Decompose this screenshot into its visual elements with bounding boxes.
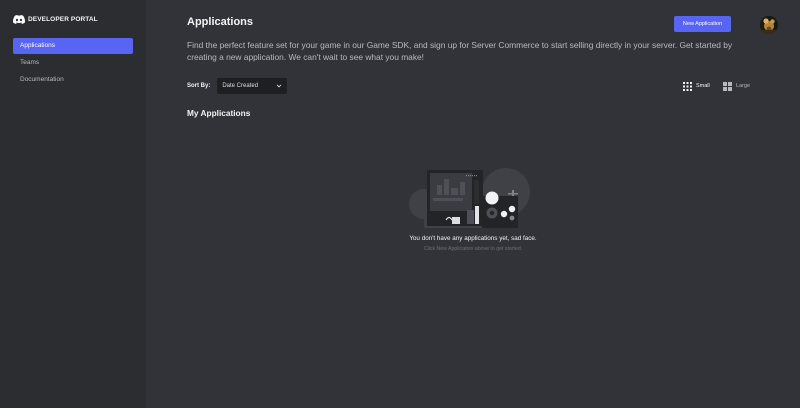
sort-select[interactable]: Date Created bbox=[217, 78, 288, 94]
page-title: Applications bbox=[187, 16, 254, 28]
sidebar-item-teams[interactable]: Teams bbox=[13, 55, 133, 71]
empty-state-title: You don't have any applications yet, sad… bbox=[409, 235, 537, 242]
section-title: My Applications bbox=[187, 108, 251, 118]
empty-state-illustration bbox=[409, 168, 530, 228]
sidebar: DEVELOPER PORTAL Applications Teams Docu… bbox=[0, 0, 146, 408]
sort-select-value: Date Created bbox=[222, 83, 259, 89]
avatar[interactable] bbox=[760, 16, 778, 34]
sort-label: Sort By: bbox=[187, 83, 211, 89]
main-content: Applications New Application Find the pe… bbox=[146, 0, 800, 408]
discord-logo-icon bbox=[13, 14, 25, 24]
new-application-button[interactable]: New Application bbox=[674, 16, 731, 32]
view-large-label: Large bbox=[736, 83, 751, 89]
view-small-toggle[interactable]: Small bbox=[683, 80, 710, 92]
sidebar-nav: Applications Teams Documentation bbox=[13, 38, 133, 88]
sort-control: Sort By: Date Created bbox=[187, 78, 288, 94]
brand-name: DEVELOPER PORTAL bbox=[28, 15, 98, 23]
small-grid-icon bbox=[683, 81, 692, 91]
sidebar-item-documentation[interactable]: Documentation bbox=[13, 72, 133, 88]
view-small-label: Small bbox=[696, 83, 710, 89]
chevron-down-icon bbox=[277, 84, 282, 88]
brand[interactable]: DEVELOPER PORTAL bbox=[13, 13, 98, 25]
avatar-image-icon bbox=[760, 16, 778, 34]
page-description: Find the perfect feature set for your ga… bbox=[187, 40, 733, 62]
sidebar-item-applications[interactable]: Applications bbox=[13, 38, 133, 54]
empty-state-subtitle: Click New Application above to get start… bbox=[423, 246, 523, 252]
view-large-toggle[interactable]: Large bbox=[723, 80, 750, 92]
large-grid-icon bbox=[723, 81, 732, 91]
